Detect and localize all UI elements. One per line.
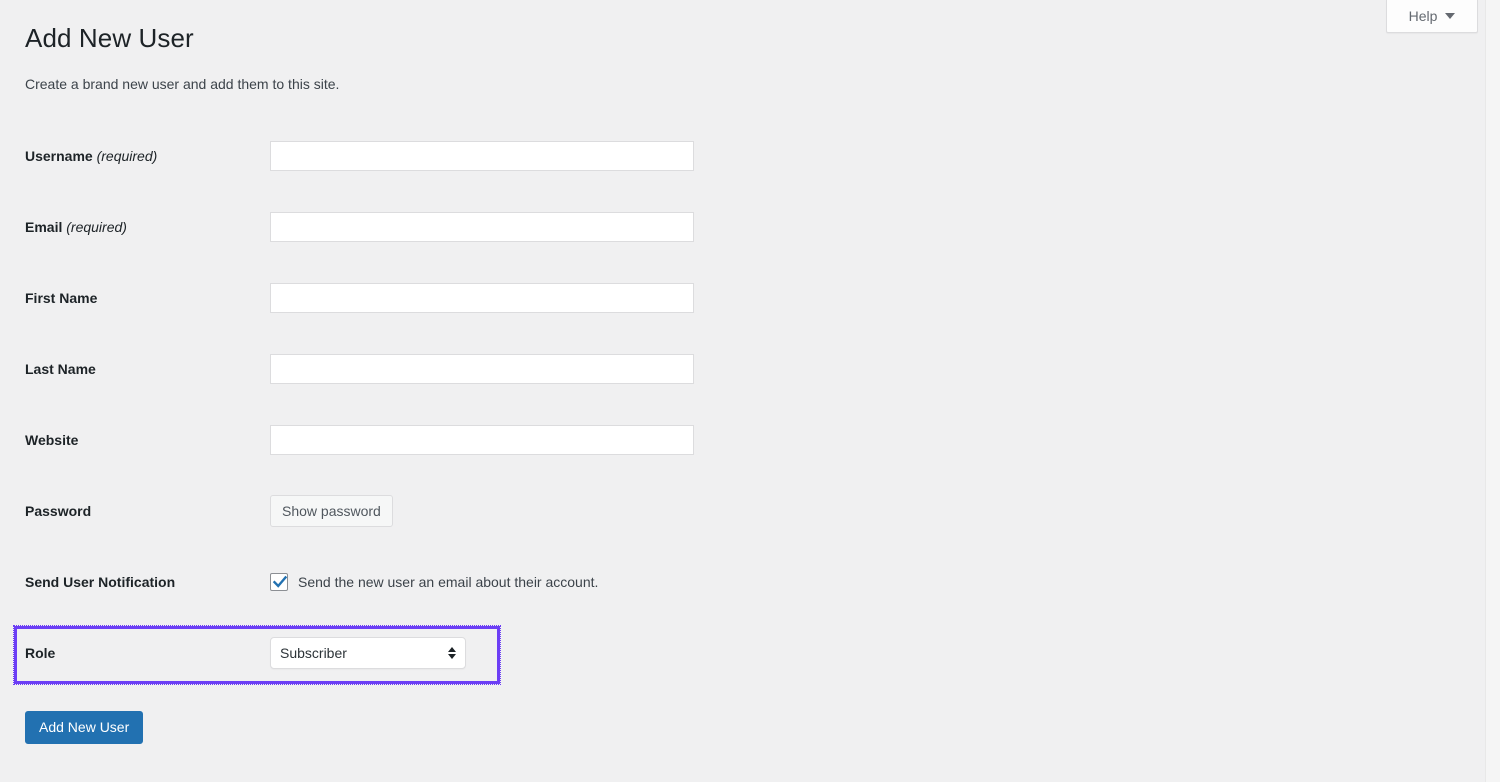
label-role-text: Role — [25, 645, 56, 662]
submit-area: Add New User — [0, 689, 1485, 744]
label-email-required: (required) — [62, 219, 127, 236]
username-input[interactable] — [270, 141, 694, 172]
label-first-name: First Name — [0, 263, 270, 334]
label-role: Role — [0, 618, 270, 689]
form-row-role: Role SubscriberContributorAuthorEditorAd… — [0, 618, 740, 689]
label-password-text: Password — [25, 503, 92, 520]
label-email-text: Email — [25, 219, 63, 236]
label-website-text: Website — [25, 432, 79, 449]
checkmark-icon — [272, 576, 288, 589]
help-tab-label: Help — [1408, 8, 1438, 24]
chevron-down-icon — [1445, 13, 1456, 19]
show-password-button[interactable]: Show password — [270, 495, 393, 528]
role-select-wrapper: SubscriberContributorAuthorEditorAdminis… — [270, 637, 466, 670]
send-notification-label: Send the new user an email about their a… — [298, 573, 599, 590]
send-notification-checkbox-row[interactable]: Send the new user an email about their a… — [270, 573, 740, 593]
last-name-input[interactable] — [270, 354, 694, 385]
label-password: Password — [0, 476, 270, 547]
label-send-user-notification: Send User Notification — [0, 547, 270, 618]
form-row-first-name: First Name — [0, 263, 740, 334]
page-title: Add New User — [25, 23, 194, 53]
form-row-email: Email (required) — [0, 192, 740, 263]
label-username-text: Username — [25, 148, 93, 165]
form-row-send-notification: Send User Notification Send the new user… — [0, 547, 740, 618]
send-notification-checkbox[interactable] — [270, 573, 288, 592]
help-tab-button[interactable]: Help — [1386, 0, 1478, 33]
label-send-user-notification-text: Send User Notification — [25, 574, 176, 591]
page-subtitle: Create a brand new user and add them to … — [25, 75, 340, 92]
website-input[interactable] — [270, 425, 694, 456]
label-last-name-text: Last Name — [25, 361, 96, 378]
add-new-user-page: Add New User Create a brand new user and… — [0, 0, 1485, 744]
label-username-required: (required) — [92, 148, 158, 165]
first-name-input[interactable] — [270, 283, 694, 314]
add-new-user-button[interactable]: Add New User — [25, 710, 144, 744]
add-user-form: Username (required) Email (required) Fir… — [0, 121, 740, 689]
form-row-username: Username (required) — [0, 121, 740, 192]
label-website: Website — [0, 405, 270, 476]
label-username: Username (required) — [0, 121, 270, 192]
role-select[interactable]: SubscriberContributorAuthorEditorAdminis… — [270, 637, 466, 670]
form-row-password: Password Show password — [0, 476, 740, 547]
label-email: Email (required) — [0, 192, 270, 263]
label-last-name: Last Name — [0, 334, 270, 405]
label-first-name-text: First Name — [25, 290, 98, 307]
form-row-website: Website — [0, 405, 740, 476]
form-row-last-name: Last Name — [0, 334, 740, 405]
email-input[interactable] — [270, 212, 694, 243]
scrollbar-gutter[interactable] — [1485, 0, 1500, 782]
